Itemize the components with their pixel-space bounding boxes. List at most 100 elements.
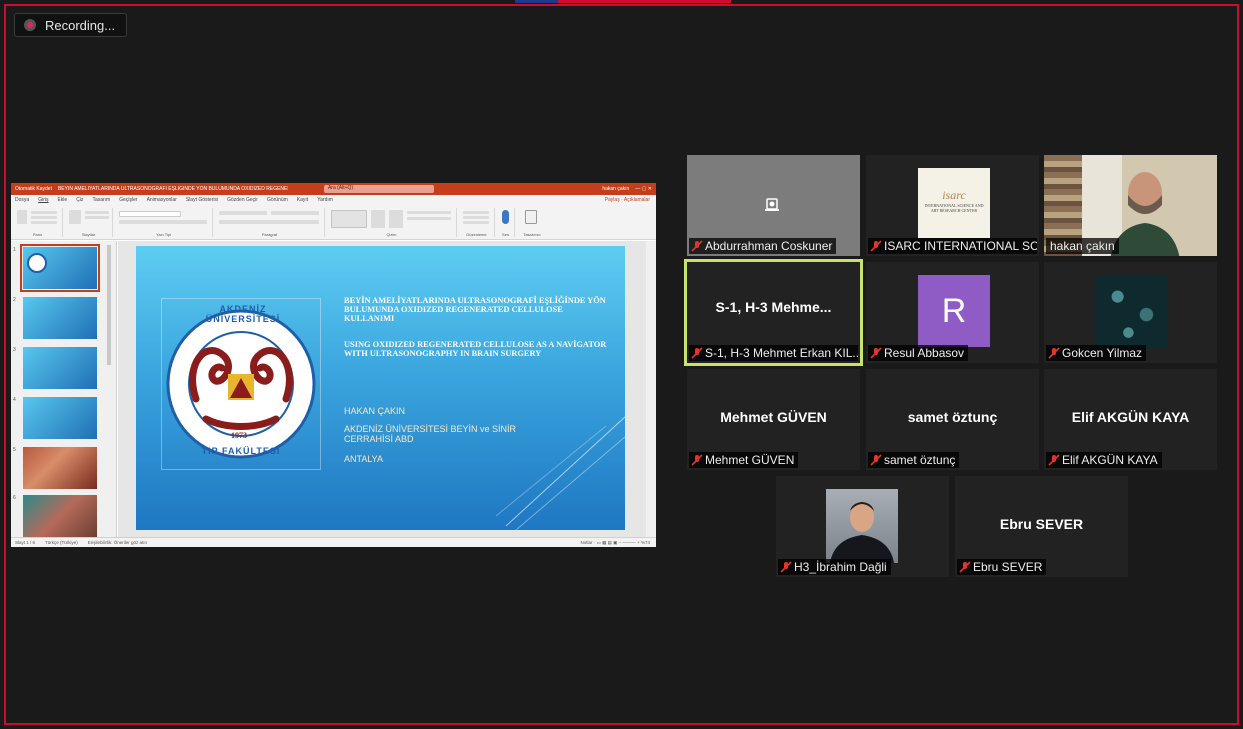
ribbon-group-yazi-tipi[interactable]: Yazı Tipi <box>115 208 213 237</box>
participant-tile-ibrahim[interactable]: H3_İbrahim Dağli <box>776 476 949 577</box>
slide-thumbnail-6[interactable]: 6 <box>13 495 97 537</box>
participant-tile-samet[interactable]: samet öztunç samet öztunç <box>866 369 1039 470</box>
muted-microphone-icon <box>868 346 884 360</box>
participant-name: H3_İbrahim Dağli <box>794 560 887 574</box>
slide-thumbnail-4[interactable]: 4 <box>13 397 97 439</box>
editor-scrollbar[interactable] <box>646 241 656 537</box>
ribbon-group-pano[interactable]: Pano <box>13 208 63 237</box>
menu-gorunum[interactable]: Görünüm <box>267 197 288 203</box>
menu-slayt-gosterisi[interactable]: Slayt Gösterisi <box>186 197 218 203</box>
participant-name: Resul Abbasov <box>884 346 965 360</box>
participant-tile-mehmet-erkan[interactable]: S-1, H-3 Mehme... S-1, H-3 Mehmet Erkan … <box>684 259 863 366</box>
participant-tile-ebru[interactable]: Ebru SEVER Ebru SEVER <box>955 476 1128 577</box>
participant-display-name: Elif AKGÜN KAYA <box>1071 409 1190 425</box>
muted-microphone-icon <box>1046 346 1062 360</box>
ppt-status-bar: Slayt 1 / 6 Türkçe (Türkiye) Erişilebili… <box>11 537 656 547</box>
logo-bottom-text: TIP FAKÜLTESİ <box>201 446 281 456</box>
participant-name: Abdurrahman Coskuner <box>705 239 833 253</box>
menu-kayit[interactable]: Kayıt <box>297 197 308 203</box>
participant-tile-gokcen[interactable]: Gokcen Yilmaz <box>1044 262 1217 363</box>
slide-count: Slayt 1 / 6 <box>15 540 36 545</box>
ppt-user-name[interactable]: hakan çakın <box>602 186 629 192</box>
ribbon-group-tasarimci[interactable]: Tasarımcı <box>517 208 547 237</box>
slide-heading-tr: BEYİN AMELİYATLARINDA ULTRASONOGRAFİ EŞL… <box>344 296 606 323</box>
shared-screen[interactable]: Otomatik Kaydet BEYİN AMELİYATLARINDA UL… <box>11 183 656 547</box>
window-controls[interactable]: — ▢ ✕ <box>635 186 652 192</box>
document-title: BEYİN AMELİYATLARINDA ULTRASONOGRAFİ EŞL… <box>57 186 288 192</box>
ppt-menu-bar: Dosya Giriş Ekle Çiz Tasarım Geçişler An… <box>11 195 656 205</box>
participant-name: Elif AKGÜN KAYA <box>1062 453 1158 467</box>
slide-thumbnail-pane[interactable]: 1 2 3 4 5 6 <box>11 241 117 537</box>
muted-microphone-icon <box>1046 453 1062 467</box>
top-share-indicator <box>515 0 731 3</box>
recording-label: Recording... <box>45 17 116 33</box>
menu-gecisler[interactable]: Geçişler <box>119 197 137 203</box>
participant-display-name: Ebru SEVER <box>999 516 1084 532</box>
participant-tile-abdurrahman[interactable]: Abdurrahman Coskuner <box>687 155 860 256</box>
slide-thumbnail-5[interactable]: 5 <box>13 447 97 489</box>
muted-microphone-icon <box>689 346 705 360</box>
participant-name: ISARC INTERNATIONAL SCI... <box>884 239 1037 253</box>
participant-name: hakan çakın <box>1050 239 1115 253</box>
participant-name: S-1, H-3 Mehmet Erkan KIL... <box>705 346 858 360</box>
language[interactable]: Türkçe (Türkiye) <box>45 540 78 545</box>
current-slide[interactable]: AKDENİZ ÜNİVERSİTESİ 1973 TIP FAKÜLTESİ … <box>136 246 625 530</box>
participant-tile-elif[interactable]: Elif AKGÜN KAYA Elif AKGÜN KAYA <box>1044 369 1217 470</box>
logo-year: 1973 <box>231 431 247 440</box>
logo-top-text: AKDENİZ ÜNİVERSİTESİ <box>205 304 281 324</box>
menu-ciz[interactable]: Çiz <box>76 197 83 203</box>
participant-display-name: S-1, H-3 Mehme... <box>715 299 832 315</box>
participant-tile-hakan[interactable]: hakan çakın <box>1044 155 1217 256</box>
participant-tile-isarc[interactable]: isarc INTERNATIONAL SCIENCE AND ART RESE… <box>866 155 1039 256</box>
recording-indicator[interactable]: Recording... <box>14 13 127 37</box>
menu-ekle[interactable]: Ekle <box>57 197 67 203</box>
menu-tasarim[interactable]: Tasarım <box>92 197 110 203</box>
ribbon-group-cizim[interactable]: Çizim <box>327 208 457 237</box>
participant-tile-mehmet-guven[interactable]: Mehmet GÜVEN Mehmet GÜVEN <box>687 369 860 470</box>
slide-thumbnail-3[interactable]: 3 <box>13 347 97 389</box>
menu-animasyonlar[interactable]: Animasyonlar <box>147 197 177 203</box>
menu-giris[interactable]: Giriş <box>38 197 48 203</box>
participant-name: samet öztunç <box>884 453 956 467</box>
thumbnail-scrollbar[interactable] <box>107 245 111 365</box>
ppt-ribbon: Pano Slaytlar Yazı Tipi Paragraf Çizim D… <box>11 205 656 240</box>
slide-heading-en: USING OXIDIZED REGENERATED CELLULOSE AS … <box>344 340 607 358</box>
akdeniz-university-logo <box>166 309 316 459</box>
accessibility[interactable]: Erişilebilirlik: Öneriler göz atın <box>88 540 147 545</box>
participant-display-name: Mehmet GÜVEN <box>720 409 827 425</box>
slide-thumbnail-1[interactable]: 1 <box>13 244 100 292</box>
menu-gozden-gecir[interactable]: Gözden Geçir <box>227 197 258 203</box>
notes-zoom[interactable]: Notlar · ▭ ▦ ▤ ▣ − ——— + %74 <box>580 540 656 546</box>
muted-microphone-icon <box>868 453 884 467</box>
record-icon <box>24 19 36 31</box>
autosave-label[interactable]: Otomatik Kaydet <box>15 186 52 192</box>
isarc-logo: isarc INTERNATIONAL SCIENCE AND ART RESE… <box>918 168 990 238</box>
muted-microphone-icon <box>957 560 973 574</box>
muted-microphone-icon <box>689 239 705 253</box>
menu-dosya[interactable]: Dosya <box>15 197 29 203</box>
participant-display-name: samet öztunç <box>907 409 998 425</box>
ribbon-group-paragraf[interactable]: Paragraf <box>215 208 325 237</box>
ppt-search-box[interactable]: Ara (Alt+Q) <box>323 185 434 193</box>
ribbon-group-duzenleme[interactable]: Düzenleme <box>459 208 495 237</box>
person-photo <box>830 502 894 563</box>
muted-microphone-icon <box>689 453 705 467</box>
muted-microphone-icon <box>778 560 794 574</box>
ppt-share-button[interactable]: Paylaş · Açıklamalar <box>605 197 656 203</box>
ribbon-group-slaytlar[interactable]: Slaytlar <box>65 208 113 237</box>
slide-editor[interactable]: AKDENİZ ÜNİVERSİTESİ 1973 TIP FAKÜLTESİ … <box>118 241 656 537</box>
person-silhouette <box>1110 172 1180 256</box>
avatar: R <box>918 275 990 347</box>
participant-name: Mehmet GÜVEN <box>705 453 795 467</box>
participant-name: Gokcen Yilmaz <box>1062 346 1143 360</box>
menu-yardim[interactable]: Yardım <box>317 197 333 203</box>
decorative-lines <box>496 416 625 530</box>
ppt-titlebar: Otomatik Kaydet BEYİN AMELİYATLARINDA UL… <box>11 183 656 195</box>
ribbon-group-ses[interactable]: Ses <box>497 208 515 237</box>
participant-name: Ebru SEVER <box>973 560 1043 574</box>
avatar <box>826 489 898 563</box>
muted-microphone-icon <box>868 239 884 253</box>
slide-thumbnail-2[interactable]: 2 <box>13 297 97 339</box>
participant-tile-resul[interactable]: R Resul Abbasov <box>866 262 1039 363</box>
camera-off-icon <box>765 198 779 211</box>
